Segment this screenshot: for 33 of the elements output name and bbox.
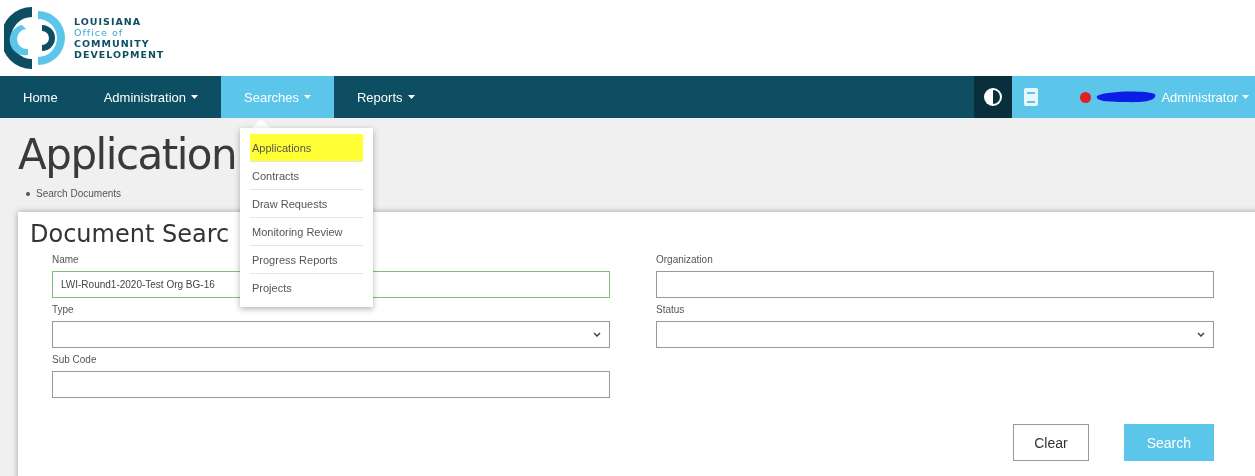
menu-item[interactable]: Contracts bbox=[250, 162, 363, 190]
caret-icon bbox=[1242, 95, 1249, 99]
nav-item[interactable]: Reports bbox=[334, 76, 438, 118]
logo-text: Office of bbox=[74, 27, 125, 38]
page-title: Application bbox=[18, 129, 237, 181]
field-label: Name bbox=[52, 254, 79, 265]
input-field[interactable] bbox=[52, 371, 610, 398]
bullet-icon bbox=[26, 192, 30, 196]
input-field[interactable] bbox=[656, 271, 1214, 298]
menu-item[interactable]: Applications bbox=[250, 134, 363, 162]
select-field[interactable] bbox=[656, 321, 1214, 348]
field-label: Status bbox=[656, 304, 685, 315]
chevron-down-icon bbox=[593, 332, 601, 337]
breadcrumb-link[interactable]: Search Documents bbox=[36, 188, 122, 200]
field-label: Sub Code bbox=[52, 354, 97, 365]
book-icon[interactable] bbox=[1023, 87, 1040, 107]
contrast-icon[interactable] bbox=[983, 87, 1004, 107]
select-field[interactable] bbox=[52, 321, 610, 348]
chevron-down-icon bbox=[1197, 332, 1205, 337]
logo-text: COMMUNITY bbox=[74, 38, 151, 49]
field-label: Organization bbox=[656, 254, 713, 265]
menu-item[interactable]: Monitoring Review bbox=[250, 218, 363, 246]
redaction-mark bbox=[1095, 90, 1158, 104]
nav-item[interactable]: Administration bbox=[80, 76, 222, 118]
nav-item[interactable]: Home bbox=[0, 76, 81, 118]
clear-button[interactable]: Clear bbox=[1013, 424, 1089, 461]
field-label: Type bbox=[52, 304, 74, 315]
menu-item[interactable]: Progress Reports bbox=[250, 246, 363, 274]
menu-item[interactable]: Draw Requests bbox=[250, 190, 363, 218]
menu-item[interactable]: Projects bbox=[250, 274, 363, 301]
logo-text: LOUISIANA bbox=[74, 16, 143, 27]
logo-text: DEVELOPMENT bbox=[74, 49, 165, 60]
card-title: Document Searc bbox=[30, 220, 230, 248]
